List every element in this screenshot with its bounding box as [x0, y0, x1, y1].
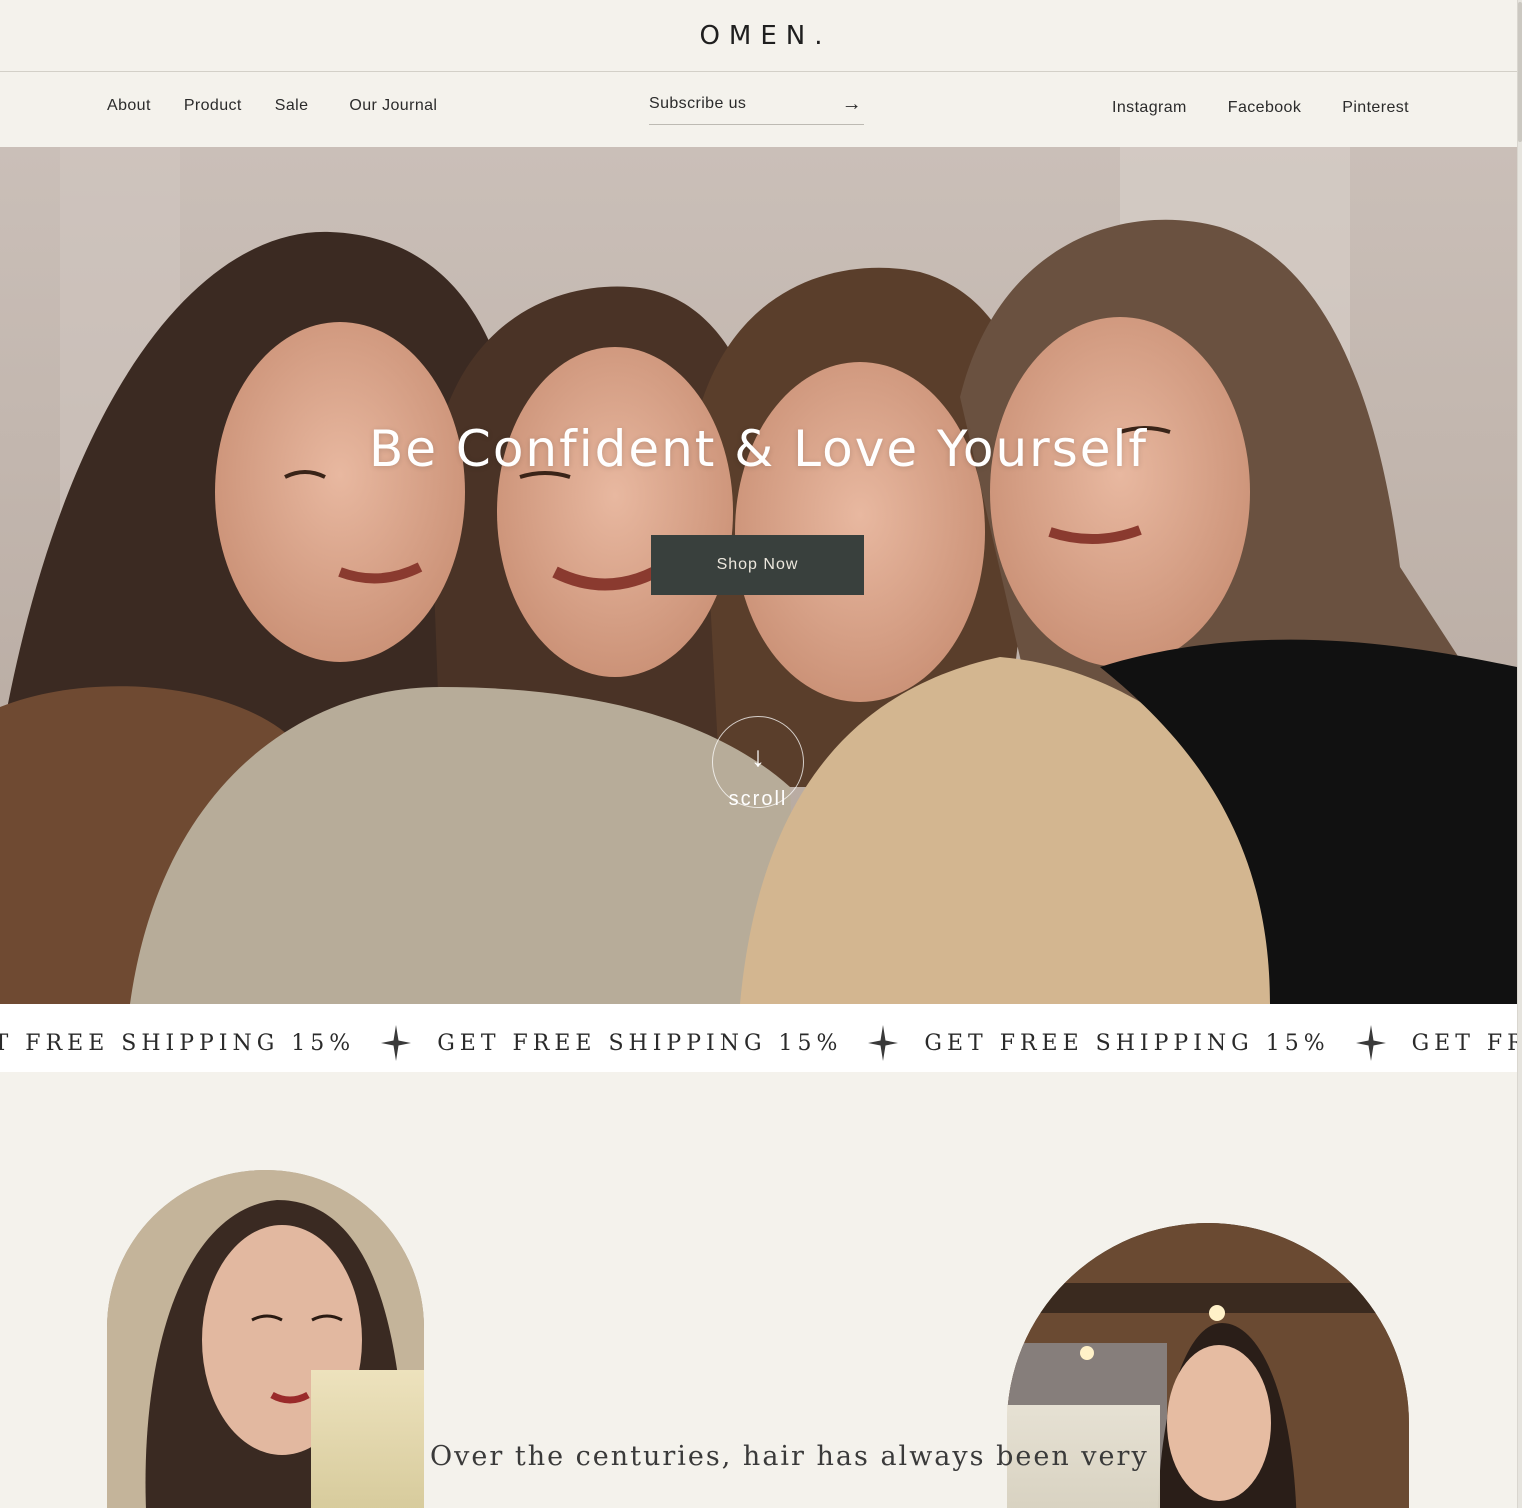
arrow-down-icon: ↓ [751, 741, 765, 772]
decor-block-left [311, 1370, 424, 1508]
marquee-track: GET FREE SHIPPING 15% GET FREE SHIPPING … [0, 1025, 1517, 1061]
arrow-right-icon[interactable]: → [842, 94, 862, 114]
nav-links: About Product Sale Our Journal [107, 97, 470, 115]
shop-now-button[interactable]: Shop Now [651, 535, 864, 595]
nav-link-product[interactable]: Product [184, 97, 242, 115]
about-intro-text: Over the centuries, hair has always been… [430, 1441, 1149, 1472]
scroll-label: scroll [728, 788, 788, 810]
social-links: Instagram Facebook Pinterest [1112, 99, 1409, 117]
page-scrollbar[interactable] [1517, 0, 1522, 1508]
marquee-text: GET FREE SHIPPING 15% [0, 1030, 356, 1056]
marquee-text: GET FREE SHIPPING 15% [437, 1030, 843, 1056]
social-link-instagram[interactable]: Instagram [1112, 99, 1187, 117]
social-link-pinterest[interactable]: Pinterest [1342, 99, 1409, 117]
subscribe-label: Subscribe us [649, 95, 747, 112]
nav-link-sale[interactable]: Sale [275, 97, 309, 115]
shipping-marquee: GET FREE SHIPPING 15% GET FREE SHIPPING … [0, 1004, 1517, 1072]
scrollbar-thumb[interactable] [1518, 2, 1522, 142]
hero-banner: Be Confident & Love Yourself Shop Now ↓ … [0, 147, 1517, 1004]
sparkle-star-icon [868, 1025, 899, 1061]
sparkle-star-icon [381, 1025, 412, 1061]
sparkle-star-icon [1355, 1025, 1386, 1061]
hero-title: Be Confident & Love Yourself [368, 420, 1149, 478]
main-navbar: About Product Sale Our Journal Subscribe… [0, 73, 1517, 147]
subscribe-field[interactable]: Subscribe us → [649, 94, 864, 125]
marquee-text: GET FREE SHIPPING 15% [1411, 1030, 1517, 1056]
nav-link-about[interactable]: About [107, 97, 151, 115]
brand-logo[interactable]: OMEN. [699, 21, 831, 51]
site-header: OMEN. [0, 0, 1517, 72]
nav-link-our-journal[interactable]: Our Journal [349, 97, 437, 115]
social-link-facebook[interactable]: Facebook [1228, 99, 1301, 117]
marquee-text: GET FREE SHIPPING 15% [924, 1030, 1330, 1056]
